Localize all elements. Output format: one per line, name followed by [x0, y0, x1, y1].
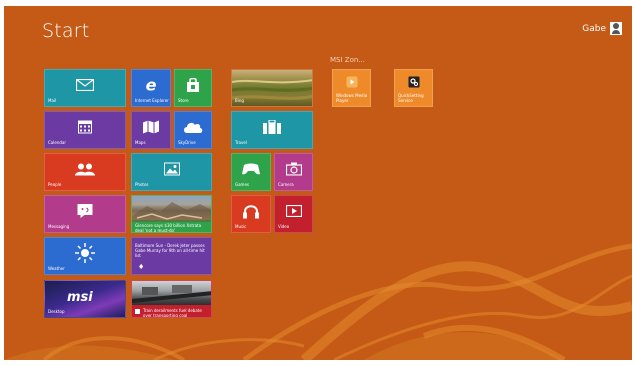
wmp-label-line2: Player — [336, 98, 349, 103]
tile-desktop[interactable]: msi Desktop — [44, 280, 126, 318]
tile-store-label: Store — [178, 98, 189, 103]
finance-headline: Glencore says $30 billion Xstrata deal '… — [135, 223, 202, 233]
tile-weather-label: Weather — [48, 266, 65, 271]
tile-video-label: Video — [278, 224, 290, 229]
tile-photos[interactable]: Photos — [131, 153, 212, 191]
cloud-icon — [183, 121, 203, 134]
tile-music-label: Music — [235, 224, 247, 229]
camera-icon — [285, 162, 302, 176]
internet-explorer-icon: e — [145, 75, 157, 95]
start-screen: Start Gabe MSI Zon... Mail Calendar Peop… — [4, 6, 632, 360]
tile-photos-label: Photos — [135, 182, 149, 187]
tile-internet-explorer[interactable]: e Internet Explorer — [131, 69, 171, 107]
tile-calendar-label: Calendar — [48, 140, 66, 145]
tile-people-label: People — [48, 182, 62, 187]
tile-desktop-label: Desktop — [48, 309, 65, 314]
tile-games-label: Games — [235, 182, 249, 187]
group-label-msi[interactable]: MSI Zon... — [330, 56, 365, 64]
tile-people[interactable]: People — [44, 153, 126, 191]
tile-mail-label: Mail — [48, 98, 57, 103]
trophy-icon: ♦ — [138, 263, 145, 271]
gear-icon — [408, 76, 419, 88]
media-player-icon — [346, 76, 357, 88]
game-controller-icon — [242, 163, 260, 175]
video-icon — [285, 205, 302, 218]
tile-mail[interactable]: Mail — [44, 69, 126, 107]
headphones-icon — [243, 204, 259, 219]
tile-sports[interactable]: Baltimore Sun - Derek Jeter passes Gabe … — [131, 237, 212, 275]
tile-video[interactable]: Video — [274, 195, 313, 233]
tile-maps[interactable]: Maps — [131, 111, 171, 149]
tile-camera-label: Camera — [278, 182, 294, 187]
tile-camera[interactable]: Camera — [274, 153, 313, 191]
tile-maps-label: Maps — [135, 140, 146, 145]
user-account[interactable]: Gabe — [582, 22, 622, 35]
qs-label-line2: Service — [398, 98, 413, 103]
bing-photo — [232, 70, 312, 106]
news-photo — [132, 281, 211, 305]
map-icon — [143, 120, 159, 134]
finance-photo — [132, 196, 211, 222]
tile-bing[interactable]: Bing — [231, 69, 313, 107]
photo-icon — [163, 162, 180, 176]
page-title: Start — [42, 20, 90, 42]
sun-icon — [75, 243, 95, 264]
tile-finance[interactable]: Glencore says $30 billion Xstrata deal '… — [131, 195, 212, 233]
tile-store[interactable]: Store — [174, 69, 212, 107]
tile-quicksetting[interactable]: QuickSetting Service — [394, 69, 433, 107]
tile-messaging[interactable]: Messaging — [44, 195, 126, 233]
mail-icon — [76, 79, 94, 92]
tile-music[interactable]: Music — [231, 195, 271, 233]
tile-skydrive-label: SkyDrive — [178, 140, 196, 145]
user-name: Gabe — [582, 23, 606, 34]
tile-travel[interactable]: Travel — [231, 111, 313, 149]
suitcase-icon — [263, 120, 281, 135]
tile-skydrive[interactable]: SkyDrive — [174, 111, 212, 149]
tile-calendar[interactable]: Calendar — [44, 111, 126, 149]
tile-windows-media-player[interactable]: Windows Media Player — [332, 69, 371, 107]
news-headline: Train derailments fuel debate over trans… — [143, 308, 202, 318]
avatar — [610, 22, 622, 35]
sports-headline: Baltimore Sun - Derek Jeter passes Gabe … — [135, 243, 205, 258]
tile-news[interactable]: Train derailments fuel debate over trans… — [131, 280, 212, 318]
tile-travel-label: Travel — [235, 140, 247, 145]
news-icon — [135, 309, 140, 314]
messaging-icon — [77, 204, 93, 219]
tile-weather[interactable]: Weather — [44, 237, 126, 275]
tile-messaging-label: Messaging — [48, 224, 70, 229]
tile-games[interactable]: Games — [231, 153, 271, 191]
store-icon — [186, 78, 200, 93]
calendar-icon — [78, 120, 92, 134]
tile-bing-label: Bing — [235, 98, 244, 103]
people-icon — [75, 163, 95, 176]
tile-ie-label: Internet Explorer — [135, 98, 169, 103]
msi-logo: msi — [67, 290, 93, 305]
